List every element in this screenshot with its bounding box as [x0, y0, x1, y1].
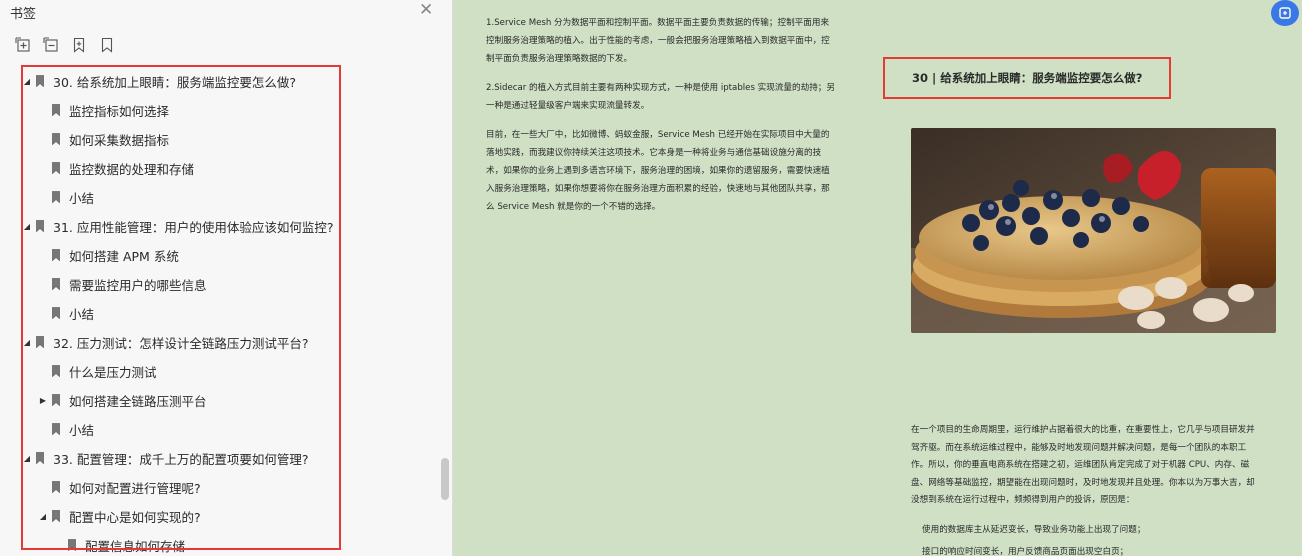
- left-paragraph-3: 目前，在一些大厂中，比如微博、蚂蚁金服，Service Mesh 已经开始在实际…: [486, 126, 830, 216]
- bookmark-label: 30. 给系统加上眼睛：服务端监控要怎么做?: [53, 74, 296, 90]
- bookmark-label: 配置信息如何存储: [85, 538, 186, 554]
- bookmark-item[interactable]: 监控指标如何选择: [38, 99, 169, 121]
- bookmark-item[interactable]: ◢ 配置中心是如何实现的?: [38, 505, 201, 527]
- bookmark-label: 配置中心是如何实现的?: [69, 509, 201, 525]
- bookmark-label: 32. 压力测试：怎样设计全链路压力测试平台?: [53, 335, 309, 351]
- bookmark-item[interactable]: ◢ 33. 配置管理：成千上万的配置项要如何管理?: [22, 447, 309, 469]
- share-icon[interactable]: [1271, 0, 1299, 26]
- panel-title: 书签: [10, 7, 37, 22]
- text-line: 目前，在一些大厂中，比如微博、蚂蚁金服，Service Mesh 已经开始在实际…: [486, 130, 830, 140]
- expand-arrow-icon[interactable]: ▶: [38, 396, 48, 405]
- bookmark-item[interactable]: ◢ 32. 压力测试：怎样设计全链路压力测试平台?: [22, 331, 309, 353]
- list-item: 接口的响应时间变长，用户反馈商品页面出现空白页；: [922, 547, 1129, 557]
- bookmark-icon: [52, 423, 60, 435]
- bookmark-icon: [52, 394, 60, 406]
- bookmark-item[interactable]: 需要监控用户的哪些信息: [38, 273, 207, 295]
- text-line: 2.Sidecar 的植入方式目前主要有两种实现方式，一种是使用 iptable…: [486, 83, 835, 93]
- bookmark-item[interactable]: 什么是压力测试: [38, 360, 157, 382]
- left-paragraph-2: 2.Sidecar 的植入方式目前主要有两种实现方式，一种是使用 iptable…: [486, 79, 835, 115]
- bookmark-item[interactable]: 如何搭建 APM 系统: [38, 244, 179, 266]
- bookmark-item[interactable]: 小结: [38, 186, 94, 208]
- bookmark-item[interactable]: 配置信息如何存储: [54, 534, 185, 556]
- bookmark-icon: [68, 539, 76, 551]
- bookmark-icon[interactable]: [98, 36, 116, 54]
- bookmark-label: 监控指标如何选择: [69, 103, 170, 119]
- bookmark-icon: [52, 249, 60, 261]
- bookmark-label: 31. 应用性能管理：用户的使用体验应该如何监控?: [53, 219, 334, 235]
- left-paragraph-1: 1.Service Mesh 分为数据平面和控制平面。数据平面主要负责数据的传输…: [486, 14, 830, 68]
- bookmark-icon: [52, 191, 60, 203]
- text-line: 落地实践，而我建议你持续关注这项技术。它本身是一种将业务与通信基础设施分离的技: [486, 148, 822, 158]
- bookmark-toolbar: [14, 36, 116, 54]
- bookmark-label: 监控数据的处理和存储: [69, 161, 195, 177]
- bookmark-label: 小结: [69, 190, 95, 206]
- bookmark-label: 如何采集数据指标: [69, 132, 170, 148]
- bookmark-icon: [52, 481, 60, 493]
- text-line: 术，如果你的业务上遇到多语言环境下，服务治理的困境，如果你的遗留服务，需要快速植: [486, 166, 830, 176]
- text-line: 作。所以，你的垂直电商系统在搭建之初，运维团队肯定完成了对于机器 CPU、内存、…: [911, 460, 1250, 470]
- bookmark-icon: [36, 220, 44, 232]
- bookmark-icon: [52, 162, 60, 174]
- bookmark-item[interactable]: 如何对配置进行管理呢?: [38, 476, 201, 498]
- bookmark-item[interactable]: 小结: [38, 418, 94, 440]
- bookmark-panel: 书签 ✕ ◢ 30. 给系统加上眼睛：服务端监控要怎么做? 监控指标如何选择 如何采集…: [0, 0, 453, 556]
- close-icon[interactable]: ✕: [419, 0, 433, 20]
- bookmark-icon: [36, 336, 44, 348]
- text-line: 一种是通过轻量级客户端来实现流量转发。: [486, 101, 650, 111]
- chapter-title: 30 | 给系统加上眼睛：服务端监控要怎么做?: [912, 71, 1143, 85]
- text-line: 入服务治理策略，如果你想要将你在服务治理方面积累的经验，快速地与其他团队共享，那: [486, 184, 830, 194]
- bookmark-item[interactable]: 监控数据的处理和存储: [38, 157, 194, 179]
- bookmark-icon: [52, 510, 60, 522]
- collapse-arrow-icon[interactable]: ◢: [22, 338, 32, 347]
- bookmark-icon: [52, 365, 60, 377]
- scrollbar-thumb[interactable]: [441, 458, 449, 500]
- bookmark-label: 如何对配置进行管理呢?: [69, 480, 201, 496]
- text-line: 么 Service Mesh 就是你的一个不错的选择。: [486, 202, 661, 212]
- pancake-photo: [911, 128, 1276, 333]
- bookmark-item[interactable]: ◢ 31. 应用性能管理：用户的使用体验应该如何监控?: [22, 215, 334, 237]
- bookmark-icon: [52, 307, 60, 319]
- text-line: 控制服务治理策略的植入。出于性能的考虑，一般会把服务治理策略植入到数据平面中，控: [486, 36, 830, 46]
- text-line: 驾齐驱。而在系统运维过程中，能够及时地发现问题并解决问题，是每一个团队的本职工: [911, 442, 1247, 453]
- bookmark-label: 如何搭建全链路压测平台: [69, 393, 207, 409]
- body-paragraph: 在一个项目的生命周期里，运行维护占据着很大的比重，在重要性上，它几乎与项目研发并…: [911, 422, 1277, 510]
- list-item: 使用的数据库主从延迟变长，导致业务功能上出现了问题；: [922, 525, 1146, 535]
- bookmark-label: 33. 配置管理：成千上万的配置项要如何管理?: [53, 451, 309, 467]
- text-line: 1.Service Mesh 分为数据平面和控制平面。数据平面主要负责数据的传输…: [486, 18, 830, 28]
- collapse-arrow-icon[interactable]: ◢: [22, 454, 32, 463]
- expand-all-icon[interactable]: [14, 36, 32, 54]
- bookmark-icon: [52, 104, 60, 116]
- bookmark-label: 什么是压力测试: [69, 364, 157, 380]
- bookmark-icon: [52, 278, 60, 290]
- bookmark-label: 小结: [69, 306, 95, 322]
- add-bookmark-icon[interactable]: [70, 36, 88, 54]
- bookmark-item[interactable]: 如何采集数据指标: [38, 128, 169, 150]
- collapse-arrow-icon[interactable]: ◢: [22, 77, 32, 86]
- text-line: 在一个项目的生命周期里，运行维护占据着很大的比重，在重要性上，它几乎与项目研发并: [911, 425, 1255, 435]
- collapse-all-icon[interactable]: [42, 36, 60, 54]
- bookmark-icon: [52, 133, 60, 145]
- bookmark-label: 小结: [69, 422, 95, 438]
- text-line: 没想到系统在运行过程中，频频得到用户的投诉，原因是：: [911, 495, 1135, 505]
- collapse-arrow-icon[interactable]: ◢: [22, 222, 32, 231]
- text-line: 制平面负责服务治理策略数据的下发。: [486, 54, 633, 64]
- bookmark-icon: [36, 75, 44, 87]
- bookmark-item[interactable]: ◢ 30. 给系统加上眼睛：服务端监控要怎么做?: [22, 70, 296, 92]
- bookmark-label: 如何搭建 APM 系统: [69, 248, 179, 264]
- bookmark-item[interactable]: 小结: [38, 302, 94, 324]
- bookmark-label: 需要监控用户的哪些信息: [69, 277, 207, 293]
- bookmark-item[interactable]: ▶ 如何搭建全链路压测平台: [38, 389, 207, 411]
- bookmark-icon: [36, 452, 44, 464]
- text-line: 盘、网络等基础监控，期望能在出现问题时，及时地发现并且处理。你本以为万事大吉，却: [911, 477, 1255, 488]
- collapse-arrow-icon[interactable]: ◢: [38, 512, 48, 521]
